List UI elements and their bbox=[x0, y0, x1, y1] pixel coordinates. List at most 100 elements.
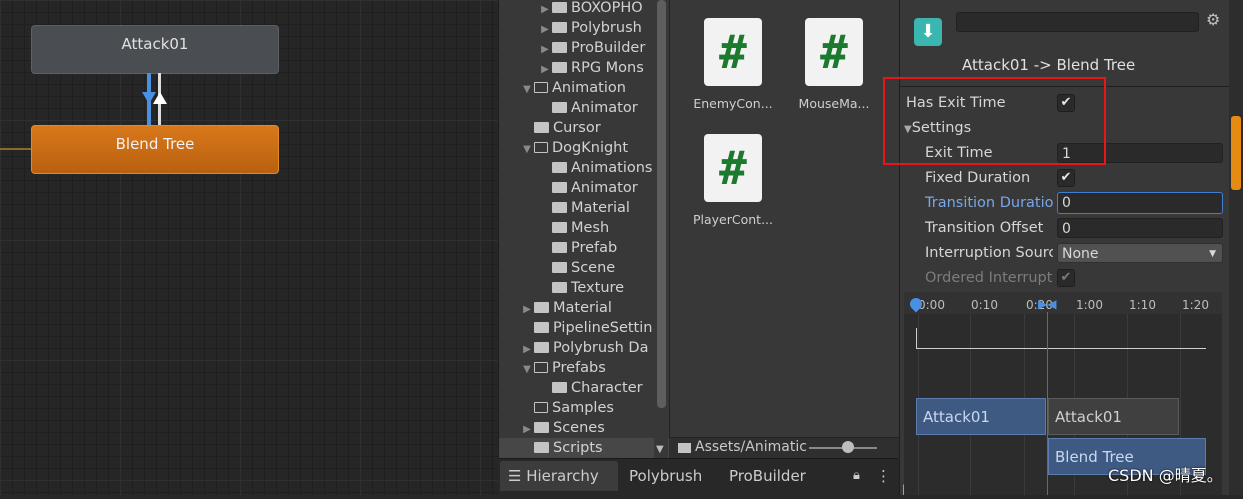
project-assets-grid[interactable]: # EnemyCon... # MouseMa... # PlayerCont.… bbox=[669, 0, 900, 437]
transition-arrow-white-head bbox=[153, 92, 167, 104]
transition-start-marker-icon[interactable]: ▶◀ bbox=[1038, 297, 1056, 311]
asset-label[interactable]: EnemyCon... bbox=[685, 96, 781, 111]
clip-source-attack01-tail[interactable]: Attack01 bbox=[1048, 398, 1179, 435]
tree-item-boxopho[interactable]: ▶ BOXOPHO bbox=[538, 0, 643, 18]
expand-arrow-icon[interactable]: ▶ bbox=[538, 40, 552, 60]
state-node-label: Blend Tree bbox=[115, 135, 195, 153]
folder-icon bbox=[534, 302, 549, 313]
tree-item-label: Scripts bbox=[553, 440, 603, 456]
expand-arrow-icon[interactable]: ▼ bbox=[520, 80, 534, 100]
folder-icon bbox=[534, 122, 549, 133]
bottom-tab-bar: ☰ Hierarchy Polybrush ProBuilder 🔒︎ ⋮ bbox=[498, 458, 898, 496]
tree-item-mesh[interactable]: Mesh bbox=[538, 218, 609, 238]
tree-item-prefab[interactable]: Prefab bbox=[538, 238, 617, 258]
folder-icon bbox=[534, 342, 549, 353]
csharp-script-icon[interactable]: # bbox=[704, 18, 762, 86]
tree-item-label: Material bbox=[571, 200, 630, 216]
timeline-tick: 1:20 bbox=[1182, 298, 1209, 312]
tree-item-label: Prefabs bbox=[552, 360, 606, 376]
tree-item-label: Animator bbox=[571, 180, 638, 196]
transition-duration-label: Transition Duratio bbox=[925, 195, 1053, 211]
project-folder-tree[interactable]: ▶ BOXOPHO ▶ Polybrush ▶ ProBuilder ▶ RPG Mon… bbox=[498, 0, 669, 458]
tree-item-animations[interactable]: Animations bbox=[538, 158, 652, 178]
tree-item-label: Samples bbox=[552, 400, 614, 416]
transition-offset-field[interactable]: 0 bbox=[1057, 218, 1223, 238]
tree-item-rpg-mons[interactable]: ▶ RPG Mons bbox=[538, 58, 644, 78]
timeline-ruler bbox=[904, 292, 1222, 314]
asset-label[interactable]: MouseMa... bbox=[786, 96, 882, 111]
folder-icon bbox=[534, 322, 549, 333]
animator-graph[interactable]: Attack01 Blend Tree bbox=[0, 0, 498, 495]
tree-item-animator-2[interactable]: Animator bbox=[538, 178, 638, 198]
tree-item-animation[interactable]: ▼ Animation bbox=[520, 78, 626, 98]
tab-probuilder[interactable]: ProBuilder bbox=[729, 463, 806, 489]
folder-icon bbox=[552, 382, 567, 393]
tree-item-pipelinesettings[interactable]: PipelineSettin bbox=[520, 318, 652, 338]
interruption-source-dropdown[interactable]: None ▼ bbox=[1057, 243, 1223, 263]
ordered-interruption-label: Ordered Interruptic bbox=[925, 270, 1053, 286]
scroll-down-arrow-icon[interactable]: ▼ bbox=[656, 444, 664, 455]
tree-item-material[interactable]: Material bbox=[538, 198, 630, 218]
tree-item-label: Character bbox=[571, 380, 643, 396]
expand-arrow-icon[interactable]: ▶ bbox=[538, 20, 552, 40]
state-node-attack01[interactable]: Attack01 bbox=[31, 25, 279, 74]
expand-arrow-icon[interactable]: ▶ bbox=[520, 300, 534, 320]
tab-hierarchy[interactable]: ☰ Hierarchy bbox=[508, 463, 599, 489]
expand-arrow-icon[interactable]: ▶ bbox=[520, 420, 534, 440]
expand-arrow-icon[interactable]: ▶ bbox=[538, 60, 552, 80]
folder-icon bbox=[552, 242, 567, 253]
more-options-icon[interactable]: ⋮ bbox=[876, 463, 891, 489]
folder-open-icon bbox=[534, 142, 548, 153]
inspector-scrollbar[interactable] bbox=[1229, 0, 1243, 495]
tree-item-prefabs[interactable]: ▼ Prefabs bbox=[520, 358, 606, 378]
transition-duration-field[interactable]: 0 bbox=[1057, 192, 1223, 214]
state-node-blend-tree[interactable]: Blend Tree bbox=[31, 125, 279, 174]
tree-item-animator[interactable]: Animator bbox=[538, 98, 638, 118]
tree-item-polybrush-data[interactable]: ▶ Polybrush Da bbox=[520, 338, 648, 358]
dropdown-value: None bbox=[1062, 246, 1099, 262]
tab-polybrush[interactable]: Polybrush bbox=[629, 463, 702, 489]
name-field[interactable] bbox=[956, 12, 1199, 32]
fixed-duration-label: Fixed Duration bbox=[925, 170, 1031, 186]
tree-item-label: Polybrush bbox=[571, 20, 642, 36]
tree-scrollbar-thumb[interactable] bbox=[657, 0, 666, 408]
tab-label: ProBuilder bbox=[729, 467, 806, 485]
timeline-tick: 1:10 bbox=[1129, 298, 1156, 312]
tree-item-label: ProBuilder bbox=[571, 40, 646, 56]
asset-label[interactable]: PlayerCont... bbox=[685, 212, 781, 227]
tree-item-material-root[interactable]: ▶ Material bbox=[520, 298, 612, 318]
folder-icon bbox=[552, 282, 567, 293]
transition-title: Attack01 -> Blend Tree bbox=[962, 56, 1136, 74]
folder-icon bbox=[678, 443, 691, 453]
tree-item-character[interactable]: Character bbox=[538, 378, 643, 398]
clip-source-attack01[interactable]: Attack01 bbox=[916, 398, 1046, 435]
tree-item-scripts[interactable]: Scripts bbox=[499, 438, 669, 458]
fixed-duration-checkbox[interactable]: ✔ bbox=[1057, 169, 1075, 187]
folder-icon bbox=[552, 22, 567, 33]
expand-arrow-icon[interactable]: ▶ bbox=[520, 340, 534, 360]
folder-open-icon bbox=[534, 82, 548, 93]
expand-arrow-icon[interactable]: ▼ bbox=[520, 360, 534, 380]
csharp-script-icon[interactable]: # bbox=[704, 134, 762, 202]
timeline-tick: 1:00 bbox=[1076, 298, 1103, 312]
expand-arrow-icon[interactable]: ▶ bbox=[538, 0, 552, 20]
tree-item-samples[interactable]: Samples bbox=[520, 398, 614, 418]
csharp-script-icon[interactable]: # bbox=[805, 18, 863, 86]
lock-icon[interactable]: 🔒︎ bbox=[853, 463, 860, 489]
folder-icon bbox=[552, 162, 567, 173]
tree-item-polybrush[interactable]: ▶ Polybrush bbox=[538, 18, 642, 38]
interruption-source-label: Interruption Sourc bbox=[925, 245, 1053, 261]
tree-item-probuilder[interactable]: ▶ ProBuilder bbox=[538, 38, 645, 58]
tree-item-label: Animator bbox=[571, 100, 638, 116]
tree-item-scenes[interactable]: ▶ Scenes bbox=[520, 418, 605, 438]
gear-icon[interactable]: ⚙ bbox=[1206, 10, 1220, 29]
tree-item-dogknight[interactable]: ▼ DogKnight bbox=[520, 138, 628, 158]
zoom-slider-thumb[interactable] bbox=[842, 441, 854, 453]
folder-icon bbox=[552, 222, 567, 233]
tree-item-texture[interactable]: Texture bbox=[538, 278, 624, 298]
tree-item-scene[interactable]: Scene bbox=[538, 258, 615, 278]
watermark-text: CSDN @晴夏。 bbox=[1108, 466, 1223, 485]
expand-arrow-icon[interactable]: ▼ bbox=[520, 140, 534, 160]
inspector-scrollbar-thumb[interactable] bbox=[1231, 116, 1241, 190]
tree-item-cursor[interactable]: Cursor bbox=[520, 118, 601, 138]
